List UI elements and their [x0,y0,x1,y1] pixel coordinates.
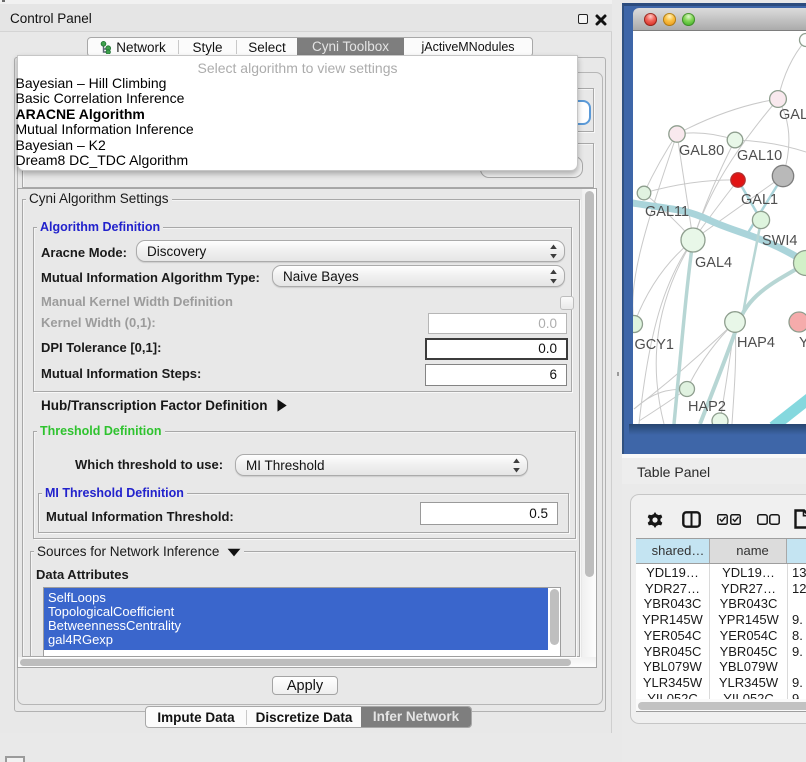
svg-text:HAP2: HAP2 [688,399,726,415]
svg-text:GAL10: GAL10 [737,148,782,164]
svg-text:SWI4: SWI4 [762,233,797,249]
svg-text:GAL1: GAL1 [741,192,778,208]
svg-text:GAL7: GAL7 [779,107,806,123]
svg-text:GAL4: GAL4 [695,255,732,271]
svg-text:GAL11: GAL11 [645,204,689,220]
svg-text:Y: Y [799,335,806,351]
svg-text:HAP4: HAP4 [737,335,775,351]
svg-text:GAL80: GAL80 [679,143,724,159]
svg-text:GCY1: GCY1 [635,337,675,353]
